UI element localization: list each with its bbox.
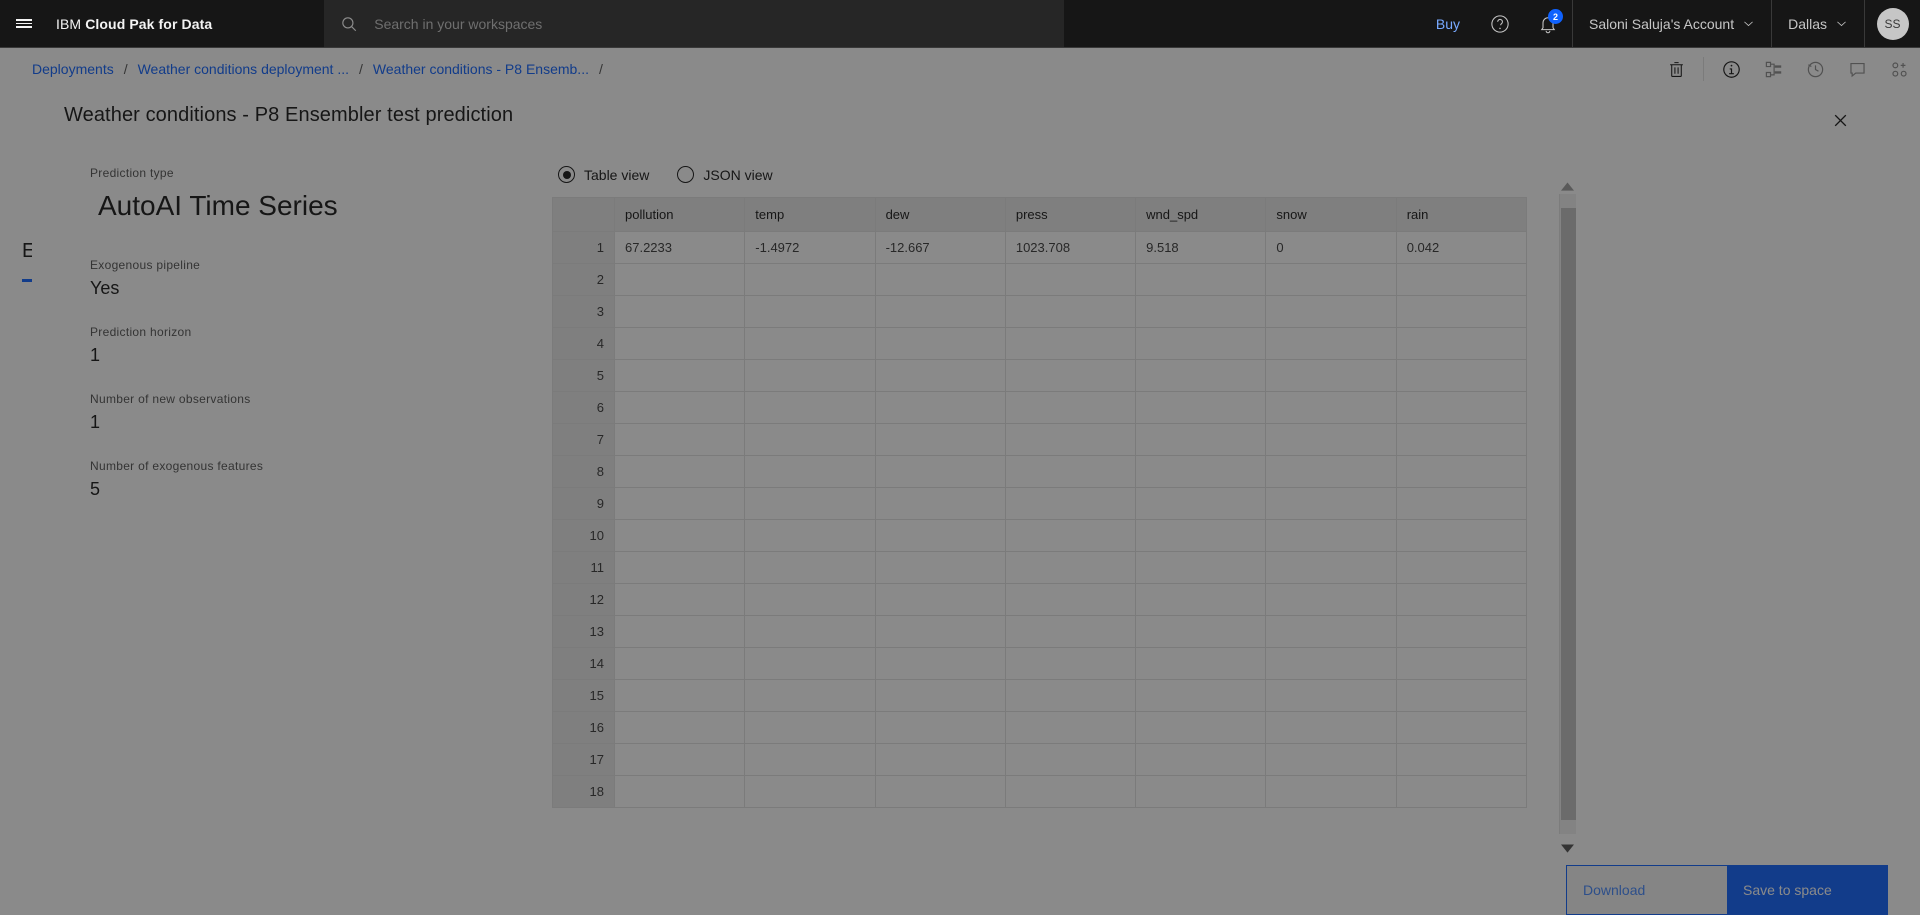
chevron-down-icon <box>1837 21 1846 27</box>
account-label: Saloni Saluja's Account <box>1588 15 1735 32</box>
brand-prefix: IBM <box>56 15 86 32</box>
hamburger-icon[interactable] <box>0 0 48 47</box>
buy-button[interactable]: Buy <box>1420 0 1476 47</box>
account-selector[interactable]: Saloni Saluja's Account <box>1571 0 1771 47</box>
bell-icon[interactable]: 2 <box>1524 0 1572 47</box>
region-selector[interactable]: Dallas <box>1771 0 1864 47</box>
avatar[interactable]: SS <box>1864 0 1920 47</box>
search-icon <box>342 16 357 31</box>
top-header: IBM Cloud Pak for Data Buy 2 Saloni Salu… <box>0 0 1920 48</box>
search-input[interactable] <box>374 15 995 32</box>
notification-count-badge: 2 <box>1547 9 1563 24</box>
brand-title[interactable]: IBM Cloud Pak for Data <box>48 16 212 32</box>
global-search[interactable] <box>324 0 1065 47</box>
avatar-initials: SS <box>1876 7 1909 40</box>
brand-bold: Cloud Pak for Data <box>85 15 213 32</box>
chevron-down-icon <box>1744 21 1753 27</box>
help-icon[interactable] <box>1476 0 1524 47</box>
region-label: Dallas <box>1788 15 1827 32</box>
header-right-actions: Buy 2 Saloni Saluja's Account Dallas SS <box>1420 0 1920 47</box>
modal-overlay <box>0 0 1920 915</box>
